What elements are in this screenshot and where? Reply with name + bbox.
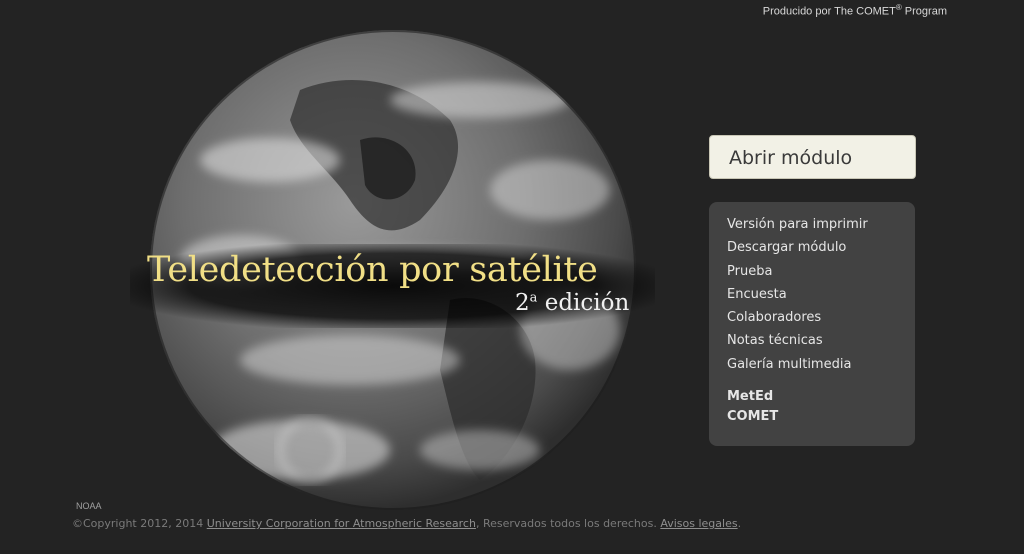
menu-item-survey[interactable]: Encuesta [727, 286, 915, 309]
edition-number: 2 [515, 290, 530, 316]
rights-text: , Reservados todos los derechos. [475, 517, 661, 530]
menu-item-print-version[interactable]: Versión para imprimir [727, 216, 915, 239]
edition-label: 2a edición [515, 290, 629, 316]
copyright-text: ©Copyright 2012, 2014 [72, 517, 207, 530]
menu-spacer [727, 379, 915, 388]
edition-word: edición [537, 290, 630, 316]
copyright-footer: ©Copyright 2012, 2014 University Corpora… [72, 517, 741, 530]
comet-link[interactable]: COMET [727, 408, 915, 428]
open-module-button[interactable]: Abrir módulo [709, 135, 916, 179]
menu-item-quiz[interactable]: Prueba [727, 263, 915, 286]
module-title: Teledetección por satélite [147, 250, 598, 290]
menu-item-technical-notes[interactable]: Notas técnicas [727, 332, 915, 355]
menu-item-media-gallery[interactable]: Galería multimedia [727, 356, 915, 379]
image-credit: NOAA [76, 501, 102, 511]
produced-by-credit: Producido por The COMET® Program [763, 3, 947, 18]
program-text: Program [901, 5, 947, 18]
module-menu: Versión para imprimir Descargar módulo P… [709, 202, 915, 446]
ucar-link[interactable]: University Corporation for Atmospheric R… [207, 517, 476, 530]
menu-item-contributors[interactable]: Colaboradores [727, 309, 915, 332]
legal-notices-link[interactable]: Avisos legales [660, 517, 737, 530]
produced-by-text: Producido por The COMET [762, 5, 896, 18]
meted-link[interactable]: MetEd [727, 388, 915, 408]
footer-period: . [737, 517, 742, 530]
menu-item-download[interactable]: Descargar módulo [727, 239, 915, 262]
